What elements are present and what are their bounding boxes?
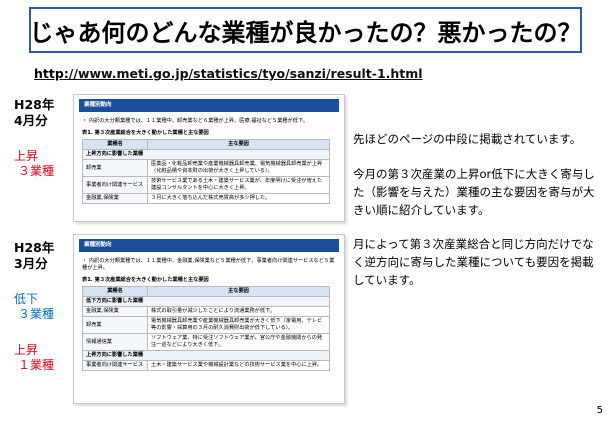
table-row: 金融業,保険業 ３月に大きく落ち込んだ株式売買高が多少押した。 — [82, 193, 330, 204]
april-screenshot-panel: 業種別動向 ・ 内訳の大分類業種では、１１業種中、卸売業など６業種が上昇、医療,… — [73, 94, 345, 222]
march-table-caption: 表1. 第３次産業総合を大きく動かした業種と主な要因 — [82, 277, 209, 283]
march-factor-table: 業種名 主な要因 低下方向に影響した業種 金融業,保険業 株式の取引量が減少した… — [82, 286, 330, 371]
source-url-link[interactable]: http://www.meti.go.jp/statistics/tyo/san… — [34, 66, 423, 81]
page-number: 5 — [596, 405, 603, 416]
industry-name: 事業者向け関連サービス — [82, 360, 148, 371]
industry-name: 金融業,保険業 — [82, 306, 148, 317]
industry-name: 卸売業 — [82, 316, 148, 334]
march-up-count: １業種 — [18, 358, 55, 372]
explanation-p3: 月によって第３次産業総合と同じ方向だけでなく逆方向に寄与した業種についても要因を… — [353, 237, 594, 287]
slide-title: じゃあ何のどんな業種が良かったの？悪かったの？ — [29, 7, 582, 53]
april-up-count: ３業種 — [18, 164, 55, 178]
april-period-month: 4月分 — [14, 113, 48, 128]
april-col-industry: 業種名 — [82, 139, 148, 150]
explanation-p2: 今月の第３次産業の上昇or低下に大きく寄与した（影響を与えた）業種の主な要因を寄… — [353, 167, 595, 217]
industry-name: 金融業,保険業 — [82, 193, 148, 204]
april-col-factor: 主な要因 — [147, 139, 330, 150]
april-factor-table: 業種名 主な要因 上昇方向に影響した業種 卸売業 医薬品・化粧品卸売業や産業機械… — [82, 139, 330, 204]
table-row: 情報通信業 ソフトウェア業、特に受注ソフトウェア業が、官公庁や金融機関からの発注… — [82, 333, 330, 351]
table-row: 卸売業 医薬品・化粧品卸売業や産業機械器具卸売業、電気機械器具卸売業が上昇（化粧… — [82, 159, 330, 177]
april-table-caption: 表1. 第３次産業総合を大きく動かした業種と主な要因 — [82, 130, 209, 136]
industry-factor: 医薬品・化粧品卸売業や産業機械器具卸売業、電気機械器具卸売業が上昇（化粧品積や資… — [147, 159, 330, 177]
industry-name: 卸売業 — [82, 159, 148, 177]
april-up-word: 上昇 — [14, 149, 39, 163]
march-up-word: 上昇 — [14, 343, 39, 357]
industry-factor: 技術サービス業である土木・建築サービス業が、年度明けに受注が増えた建設コンサルタ… — [147, 176, 330, 194]
table-row: 金融業,保険業 株式の取引量が減少したことにより流通業務が低下。 — [82, 306, 330, 317]
march-group-up: 上昇方向に影響した業種 — [82, 350, 330, 361]
april-period-year: H28年 — [14, 97, 55, 112]
march-col-industry: 業種名 — [82, 286, 148, 297]
industry-factor: 土木・建築サービス業や機械設計業などの技術サービス業を中心に上昇。 — [147, 360, 330, 371]
march-up-label: 上昇 １業種 — [14, 343, 54, 373]
march-down-word: 低下 — [14, 292, 39, 306]
explanation-p1: 先ほどのページの中段に掲載されています。 — [353, 132, 582, 146]
url-protocol: http — [34, 66, 64, 81]
table-row: 事業者向け関連サービス 土木・建築サービス業や機械設計業などの技術サービス業を中… — [82, 360, 330, 371]
march-group-down: 低下方向に影響した業種 — [82, 296, 330, 307]
april-period-label: H28年 4月分 — [14, 97, 54, 129]
slide-title-text: じゃあ何のどんな業種が良かったの？悪かったの？ — [29, 18, 582, 47]
industry-name: 事業者向け関連サービス — [82, 176, 148, 194]
industry-factor: 株式の取引量が減少したことにより流通業務が低下。 — [147, 306, 330, 317]
march-screenshot-panel: 業種別動向 ・ 内訳の大分類業種では、１１業種中、金融業,保険業など５業種が低下… — [73, 234, 345, 404]
april-group-up: 上昇方向に影響した業種 — [82, 149, 330, 160]
march-period-year: H28年 — [14, 240, 55, 255]
april-up-label: 上昇 ３業種 — [14, 149, 54, 179]
industry-name: 情報通信業 — [82, 333, 148, 351]
march-down-count: ３業種 — [18, 307, 55, 321]
march-panel-summary: ・ 内訳の大分類業種では、１１業種中、金融業,保険業など５業種が低下、事業者向け… — [82, 258, 335, 271]
table-row: 卸売業 電気機械器具卸売業や産業機械器具卸売業が大きく低下（家電用、テレビ等の影… — [82, 316, 330, 334]
march-period-month: 3月分 — [14, 256, 48, 271]
march-period-label: H28年 3月分 — [14, 240, 54, 272]
url-path: ://www.meti.go.jp/statistics/tyo/sanzi/r… — [63, 66, 423, 81]
table-row: 事業者向け関連サービス 技術サービス業である土木・建築サービス業が、年度明けに受… — [82, 176, 330, 194]
industry-factor: 電気機械器具卸売業や産業機械器具卸売業が大きく低下（家電用、テレビ等の影響・採算… — [147, 316, 330, 334]
industry-factor: ソフトウェア業、特に受注ソフトウェア業が、官公庁や金融機関からの発注一巡などによ… — [147, 333, 330, 351]
march-col-factor: 主な要因 — [147, 286, 330, 297]
march-panel-header: 業種別動向 — [79, 239, 339, 252]
march-down-label: 低下 ３業種 — [14, 292, 54, 322]
april-panel-summary: ・ 内訳の大分類業種では、１１業種中、卸売業など６業種が上昇、医療,福祉など５業… — [82, 118, 309, 124]
april-panel-header: 業種別動向 — [79, 99, 339, 112]
industry-factor: ３月に大きく落ち込んだ株式売買高が多少押した。 — [147, 193, 330, 204]
